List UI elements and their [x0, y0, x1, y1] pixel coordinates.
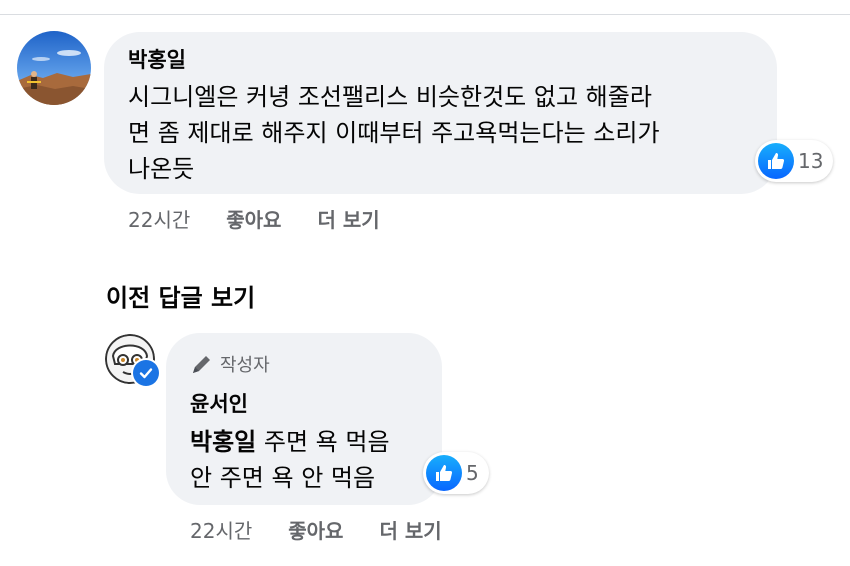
comment-author[interactable]: 박홍일: [128, 44, 186, 74]
commenter-avatar[interactable]: [17, 31, 91, 105]
comment-time[interactable]: 22시간: [128, 204, 190, 233]
mention-link[interactable]: 박홍일: [190, 428, 256, 456]
reaction-count-label: 13: [798, 149, 824, 173]
reply-time[interactable]: 22시간: [190, 515, 252, 544]
comment-text-line: 나온듯: [128, 155, 195, 183]
more-button[interactable]: 더 보기: [317, 204, 379, 233]
reply-text-line: 박홍일 주면 욕 먹음: [190, 424, 390, 460]
top-divider: [0, 14, 850, 15]
like-button[interactable]: 좋아요: [288, 515, 343, 544]
reaction-count-label: 5: [466, 461, 479, 485]
reply-text-rest: 주면 욕 먹음: [256, 428, 390, 456]
comment-text-line: 면 좀 제대로 해주지 이때부터 주고욕먹는다는 소리가: [128, 119, 660, 147]
author-badge-label: 작성자: [220, 355, 270, 376]
reply-meta: 22시간 좋아요 더 보기: [190, 515, 478, 544]
author-badge: 작성자: [190, 351, 270, 377]
comment-text-line: 시그니엘은 커녕 조선팰리스 비슷한것도 없고 해줄라: [128, 83, 652, 111]
reply-text-line: 안 주면 욕 안 먹음: [190, 464, 376, 492]
like-button[interactable]: 좋아요: [226, 204, 281, 233]
comment-bubble: 박홍일 시그니엘은 커녕 조선팰리스 비슷한것도 없고 해줄라 면 좀 제대로 …: [104, 32, 777, 194]
thumbs-up-icon: [758, 143, 794, 179]
reply-text: 박홍일 주면 욕 먹음 안 주면 욕 안 먹음: [190, 424, 390, 496]
comment-text: 시그니엘은 커녕 조선팰리스 비슷한것도 없고 해줄라 면 좀 제대로 해주지 …: [128, 79, 660, 187]
thumbs-up-icon: [426, 455, 462, 491]
reply-author[interactable]: 윤서인: [190, 388, 248, 418]
more-button[interactable]: 더 보기: [379, 515, 441, 544]
pen-icon: [193, 356, 210, 373]
reply-bubble: 작성자 윤서인 박홍일 주면 욕 먹음 안 주면 욕 안 먹음: [166, 333, 442, 505]
verified-badge: [131, 358, 161, 388]
view-previous-replies-link[interactable]: 이전 답글 보기: [106, 278, 255, 313]
comment-reaction-count[interactable]: 13: [755, 140, 834, 182]
comment-meta: 22시간 좋아요 더 보기: [128, 204, 416, 233]
check-icon: [133, 360, 159, 386]
reply-reaction-count[interactable]: 5: [423, 452, 489, 494]
